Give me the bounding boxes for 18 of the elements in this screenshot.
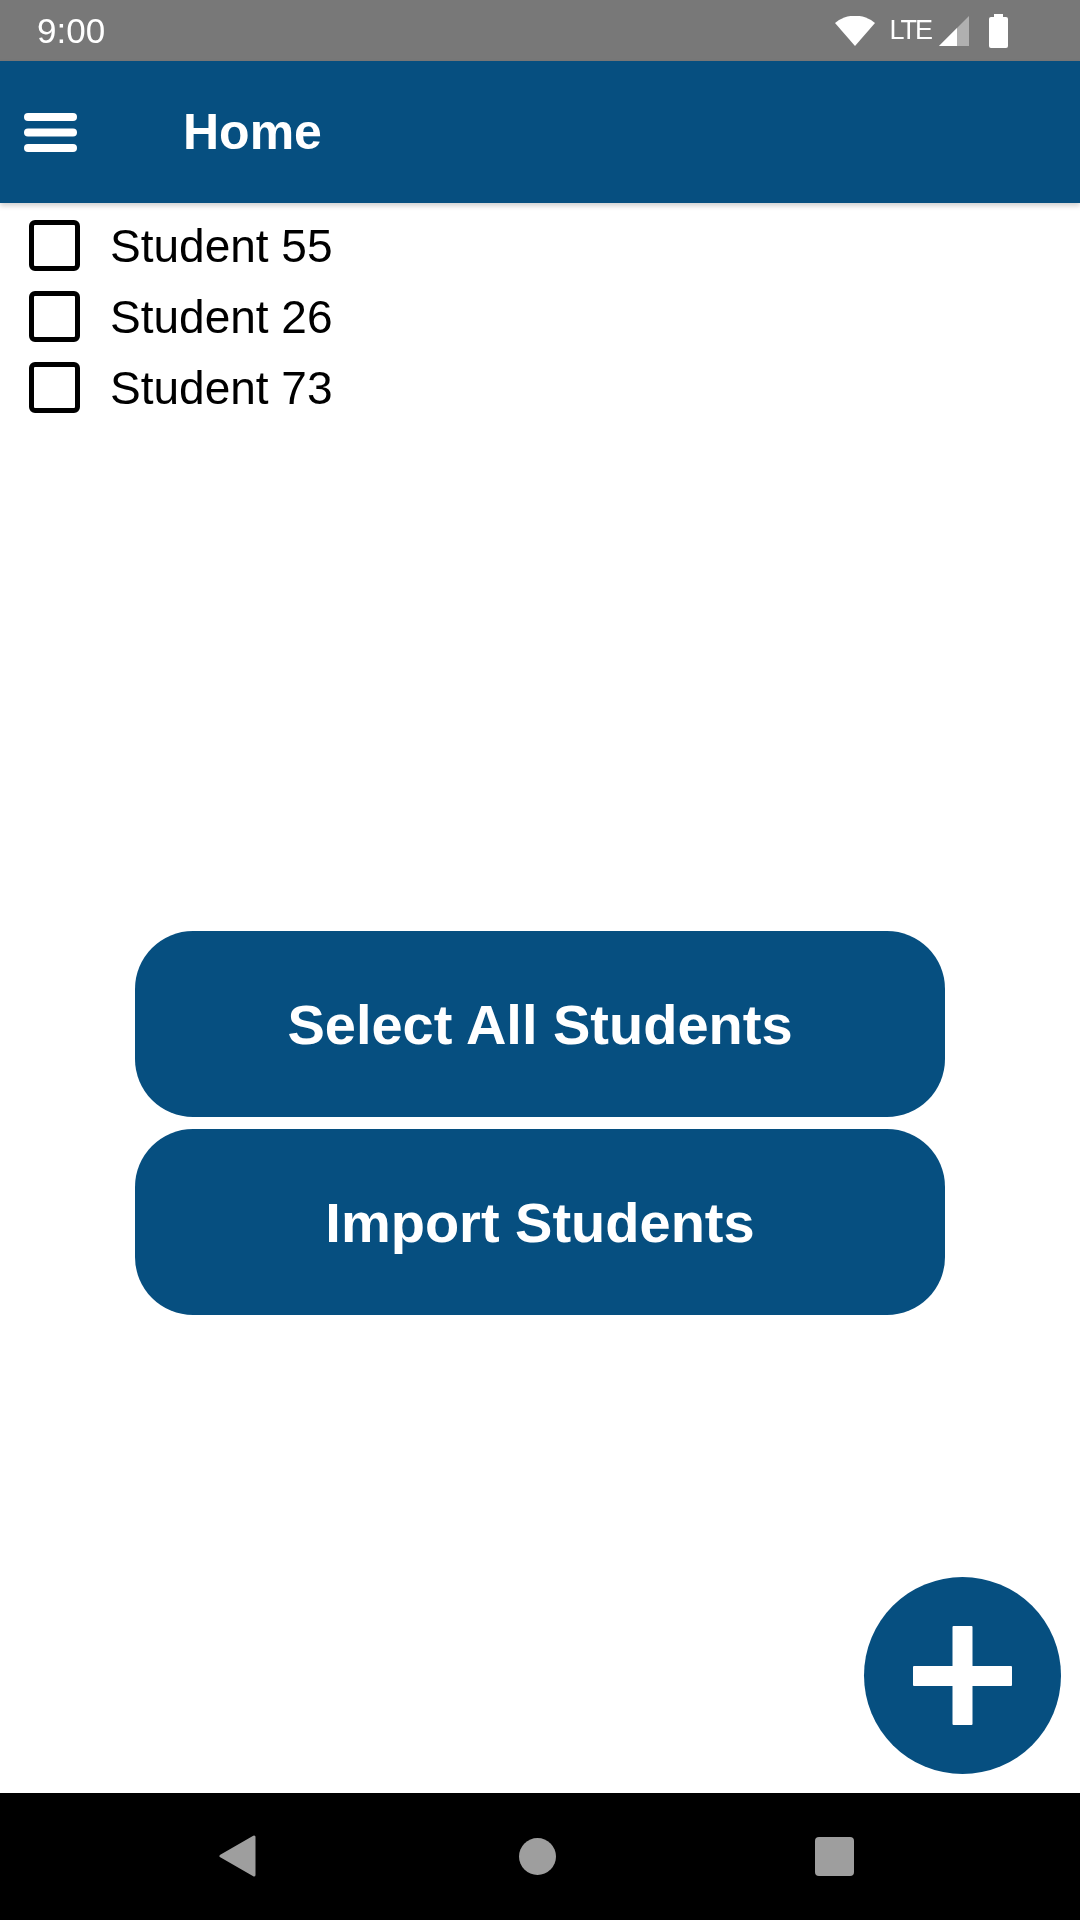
checkbox[interactable] <box>29 362 80 413</box>
checkbox[interactable] <box>29 220 80 271</box>
back-icon[interactable] <box>219 1835 256 1877</box>
checkbox[interactable] <box>29 291 80 342</box>
signal-icon <box>939 15 969 46</box>
status-time: 9:00 <box>37 10 106 51</box>
action-button[interactable]: Import Students <box>135 1129 945 1315</box>
plus-icon <box>913 1626 1012 1725</box>
home-icon[interactable] <box>519 1838 556 1875</box>
student-name: Student 73 <box>110 360 333 415</box>
battery-icon <box>989 13 1008 48</box>
wifi-icon <box>835 15 876 46</box>
student-name: Student 55 <box>110 218 333 273</box>
student-name: Student 26 <box>110 289 333 344</box>
screen-title: Home <box>183 103 322 161</box>
action-button[interactable]: Select All Students <box>135 931 945 1117</box>
network-label: LTE <box>889 15 931 46</box>
menu-icon[interactable] <box>24 112 77 152</box>
